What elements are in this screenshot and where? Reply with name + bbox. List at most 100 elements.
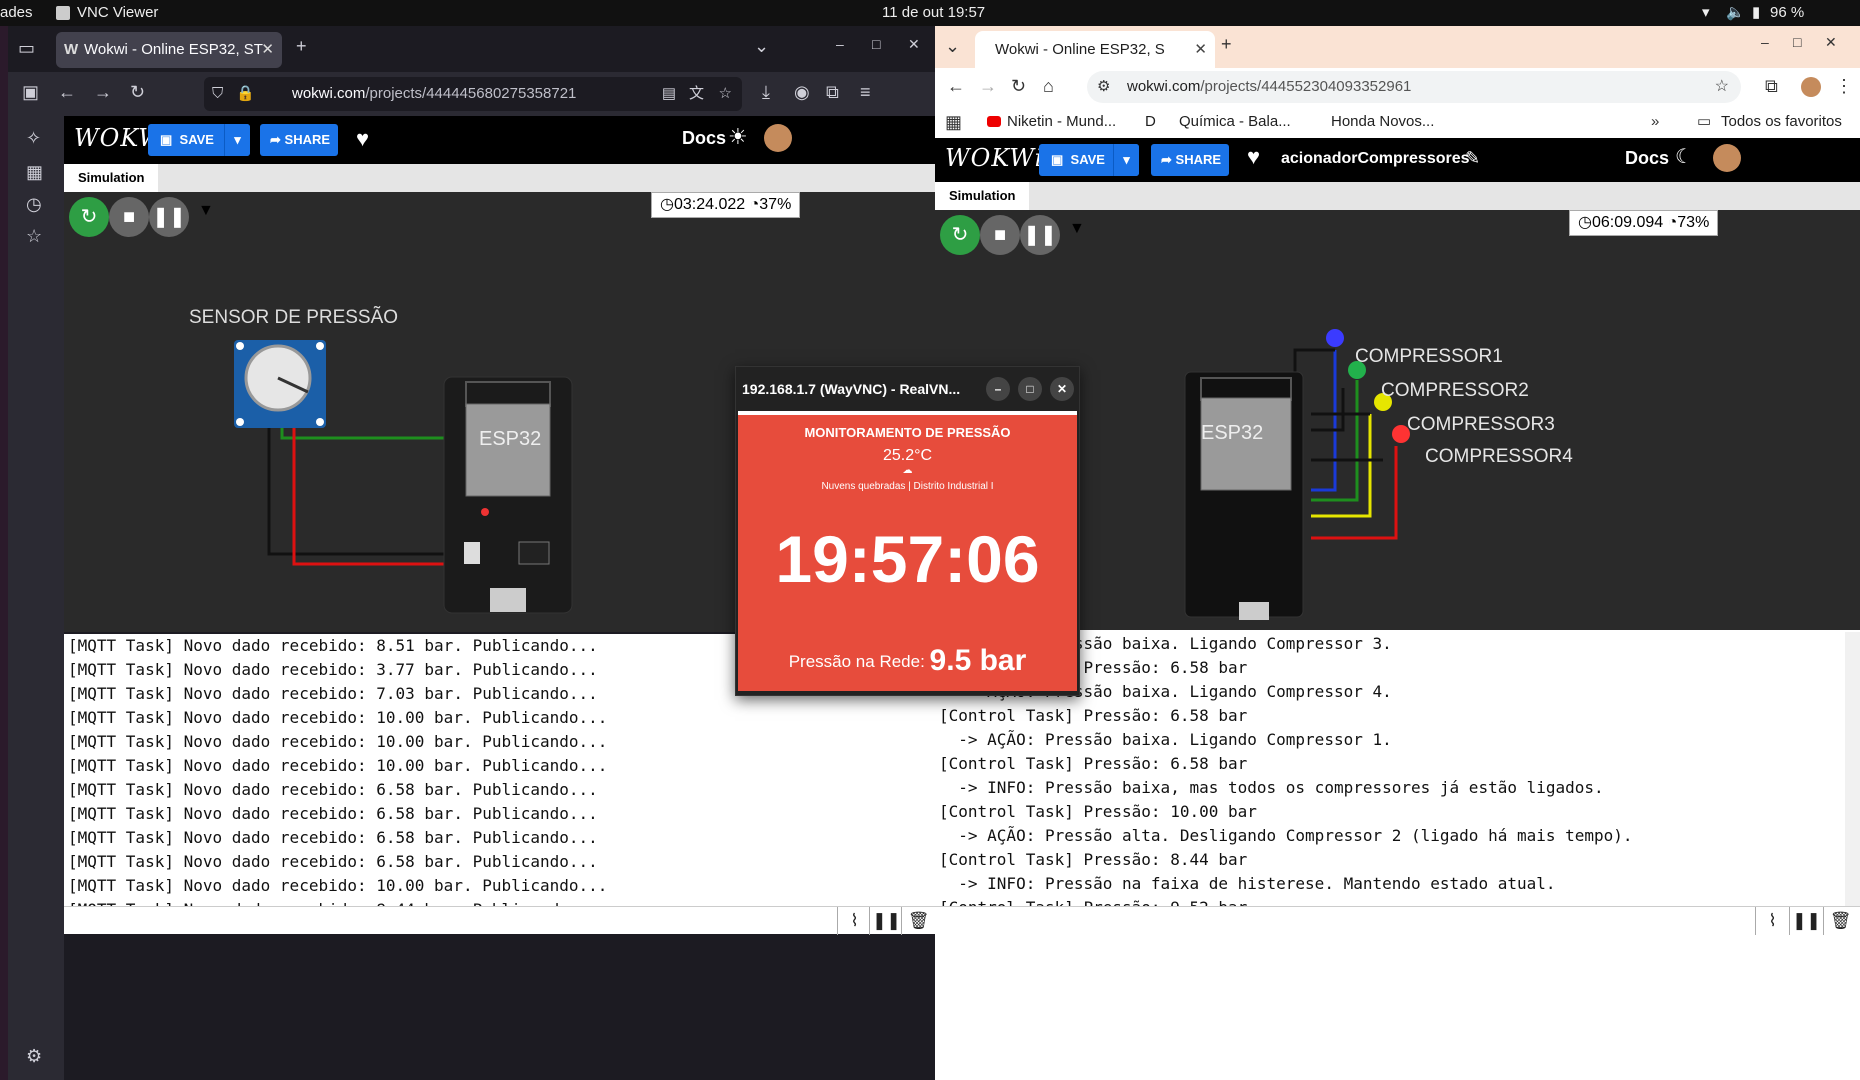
tab-search-chevron-down-icon[interactable]: ⌄ [945,36,960,57]
all-bookmarks[interactable]: Todos os favoritos [1721,106,1842,138]
lock-icon[interactable]: 🔒 [236,77,255,111]
vnc-title-bar[interactable]: 192.168.1.7 (WayVNC) - RealVN... – □ ✕ [736,367,1079,411]
activities-label[interactable]: ades [0,0,33,26]
bookmarks-icon[interactable]: ☆ [26,226,42,247]
bookmark-item[interactable]: Niketin - Mund... [1007,106,1116,138]
vnc-minimize-icon[interactable]: – [986,377,1010,401]
tab-simulation[interactable]: Simulation [935,182,1030,210]
extensions-icon[interactable]: ⧉ [1765,76,1778,97]
account-icon[interactable]: ◉ [794,82,810,103]
extensions-icon[interactable]: ⧉ [826,82,839,103]
maximize-icon[interactable]: □ [872,36,880,52]
synced-tabs-icon[interactable]: ▦ [26,162,43,183]
reader-view-icon[interactable]: ▤ [662,77,676,111]
bookmark-item[interactable]: Química - Bala... [1179,106,1291,138]
serial-pause-icon[interactable]: ❚❚ [1789,907,1823,935]
plotter-icon[interactable]: ⌇ [1755,907,1789,935]
menu-icon[interactable]: ≡ [860,82,871,103]
serial-line: -> AÇÃO: Pressão baixa. Ligando Compress… [939,730,1392,749]
esp32-chip-label: ESP32 [1201,422,1264,444]
tab-overview-icon[interactable]: ▭ [18,38,35,59]
heart-icon[interactable]: ♥ [356,126,369,152]
share-icon: ➦ [270,132,281,147]
vnc-close-icon[interactable]: ✕ [1050,377,1074,401]
maximize-icon[interactable]: □ [1793,34,1801,50]
avatar[interactable] [1713,144,1741,172]
led-label-compressor3: COMPRESSOR3 [1407,414,1555,435]
serial-scrollbar[interactable] [1845,632,1860,906]
forward-icon[interactable]: → [979,76,997,97]
settings-gear-icon[interactable]: ⚙ [26,1046,42,1067]
serial-clear-trash-icon[interactable]: 🗑 [901,907,935,935]
back-icon[interactable]: ← [58,82,76,103]
share-icon: ➦ [1161,152,1172,167]
new-tab-icon[interactable]: + [296,36,307,57]
plotter-icon[interactable]: ⌇ [837,907,871,935]
app-name[interactable]: VNC Viewer [77,0,158,26]
power-led [481,508,489,516]
vnc-title: 192.168.1.7 (WayVNC) - RealVN... [742,381,961,397]
serial-clear-trash-icon[interactable]: 🗑 [1823,907,1857,935]
minimize-icon[interactable]: – [1761,34,1769,50]
home-icon[interactable]: ⌂ [1043,76,1054,97]
minimize-icon[interactable]: – [836,36,844,52]
right-url-bar[interactable]: ⚙ wokwi.com/projects/444552304093352961 … [1087,71,1741,103]
back-icon[interactable]: ← [947,76,965,97]
left-sim-tabbar: Simulation [64,164,935,192]
docs-link[interactable]: Docs [682,128,726,149]
sidebar-toggle-icon[interactable]: ▣ [22,82,39,103]
translate-icon[interactable]: 文 [689,77,704,111]
moon-theme-icon[interactable]: ☾ [1675,144,1693,169]
battery-icon[interactable]: ▮ [1752,0,1760,26]
site-info-icon[interactable]: ⚙ [1097,71,1110,103]
left-url-bar[interactable]: ⛉ 🔒 wokwi.com/projects/44444568027535872… [204,77,742,111]
serial-line: [Control Task] Pressão: 6.58 bar [939,706,1248,725]
bookmark-item[interactable]: Honda Novos... [1331,106,1434,138]
wifi-icon[interactable]: ▾ [1702,0,1710,26]
more-bookmarks-icon[interactable]: » [1651,106,1659,138]
shield-icon[interactable]: ⛉ [212,77,223,111]
sun-theme-icon[interactable]: ☀ [728,124,748,150]
downloads-icon[interactable]: ⤓ [762,82,770,103]
reload-icon[interactable]: ↻ [130,82,145,103]
new-tab-icon[interactable]: + [1221,34,1232,55]
share-button[interactable]: ➦ SHARE [260,124,338,156]
avatar[interactable] [764,124,792,152]
serial-line: [MQTT Task] Novo dado recebido: 8.44 bar… [68,898,931,906]
tab-close-icon[interactable]: ✕ [1194,31,1207,68]
close-window-icon[interactable]: ✕ [908,36,920,53]
wire-gnd [267,420,452,556]
bookmark-star-icon[interactable]: ☆ [1715,71,1729,103]
ai-sparkle-icon[interactable]: ✧ [26,128,41,149]
history-icon[interactable]: ◷ [26,194,42,215]
right-tab-wokwi[interactable]: Wokwi - Online ESP32, S ✕ [975,31,1215,68]
profile-avatar[interactable] [1801,77,1821,97]
wokwi-logo[interactable]: WOKWi [945,144,1043,172]
edit-pencil-icon[interactable]: ✎ [1465,148,1480,169]
project-name[interactable]: acionadorCompressores [1281,150,1470,168]
tab-simulation[interactable]: Simulation [64,164,159,192]
vnc-maximize-icon[interactable]: □ [1018,377,1042,401]
save-label: SAVE [1070,152,1105,167]
close-window-icon[interactable]: ✕ [1825,34,1837,51]
tab-close-icon[interactable]: ✕ [261,32,274,68]
bookmark-star-icon[interactable]: ☆ [719,77,732,111]
menu-icon[interactable]: ⋮ [1835,76,1853,97]
bookmark-item[interactable]: D [1145,106,1156,138]
heart-icon[interactable]: ♥ [1247,144,1260,170]
tab-list-chevron-down-icon[interactable]: ⌄ [754,36,769,57]
left-tab-wokwi[interactable]: W Wokwi - Online ESP32, ST ✕ [56,32,282,68]
right-sim-tabbar: Simulation [935,182,1860,210]
docs-link[interactable]: Docs [1625,148,1669,169]
vnc-window[interactable]: 192.168.1.7 (WayVNC) - RealVN... – □ ✕ M… [735,366,1080,696]
reload-icon[interactable]: ↻ [1011,76,1026,97]
apps-grid-icon[interactable]: ▦ [945,106,962,138]
led-label-compressor2: COMPRESSOR2 [1381,380,1529,401]
forward-icon[interactable]: → [94,82,112,103]
save-options-chevron-down-icon[interactable]: ▾ [1113,144,1139,176]
save-options-chevron-down-icon[interactable]: ▾ [224,124,250,156]
share-button[interactable]: ➦ SHARE [1151,144,1229,176]
volume-icon[interactable]: 🔈 [1726,0,1745,26]
serial-pause-icon[interactable]: ❚❚ [869,907,903,935]
datetime[interactable]: 11 de out 19:57 [882,0,985,26]
